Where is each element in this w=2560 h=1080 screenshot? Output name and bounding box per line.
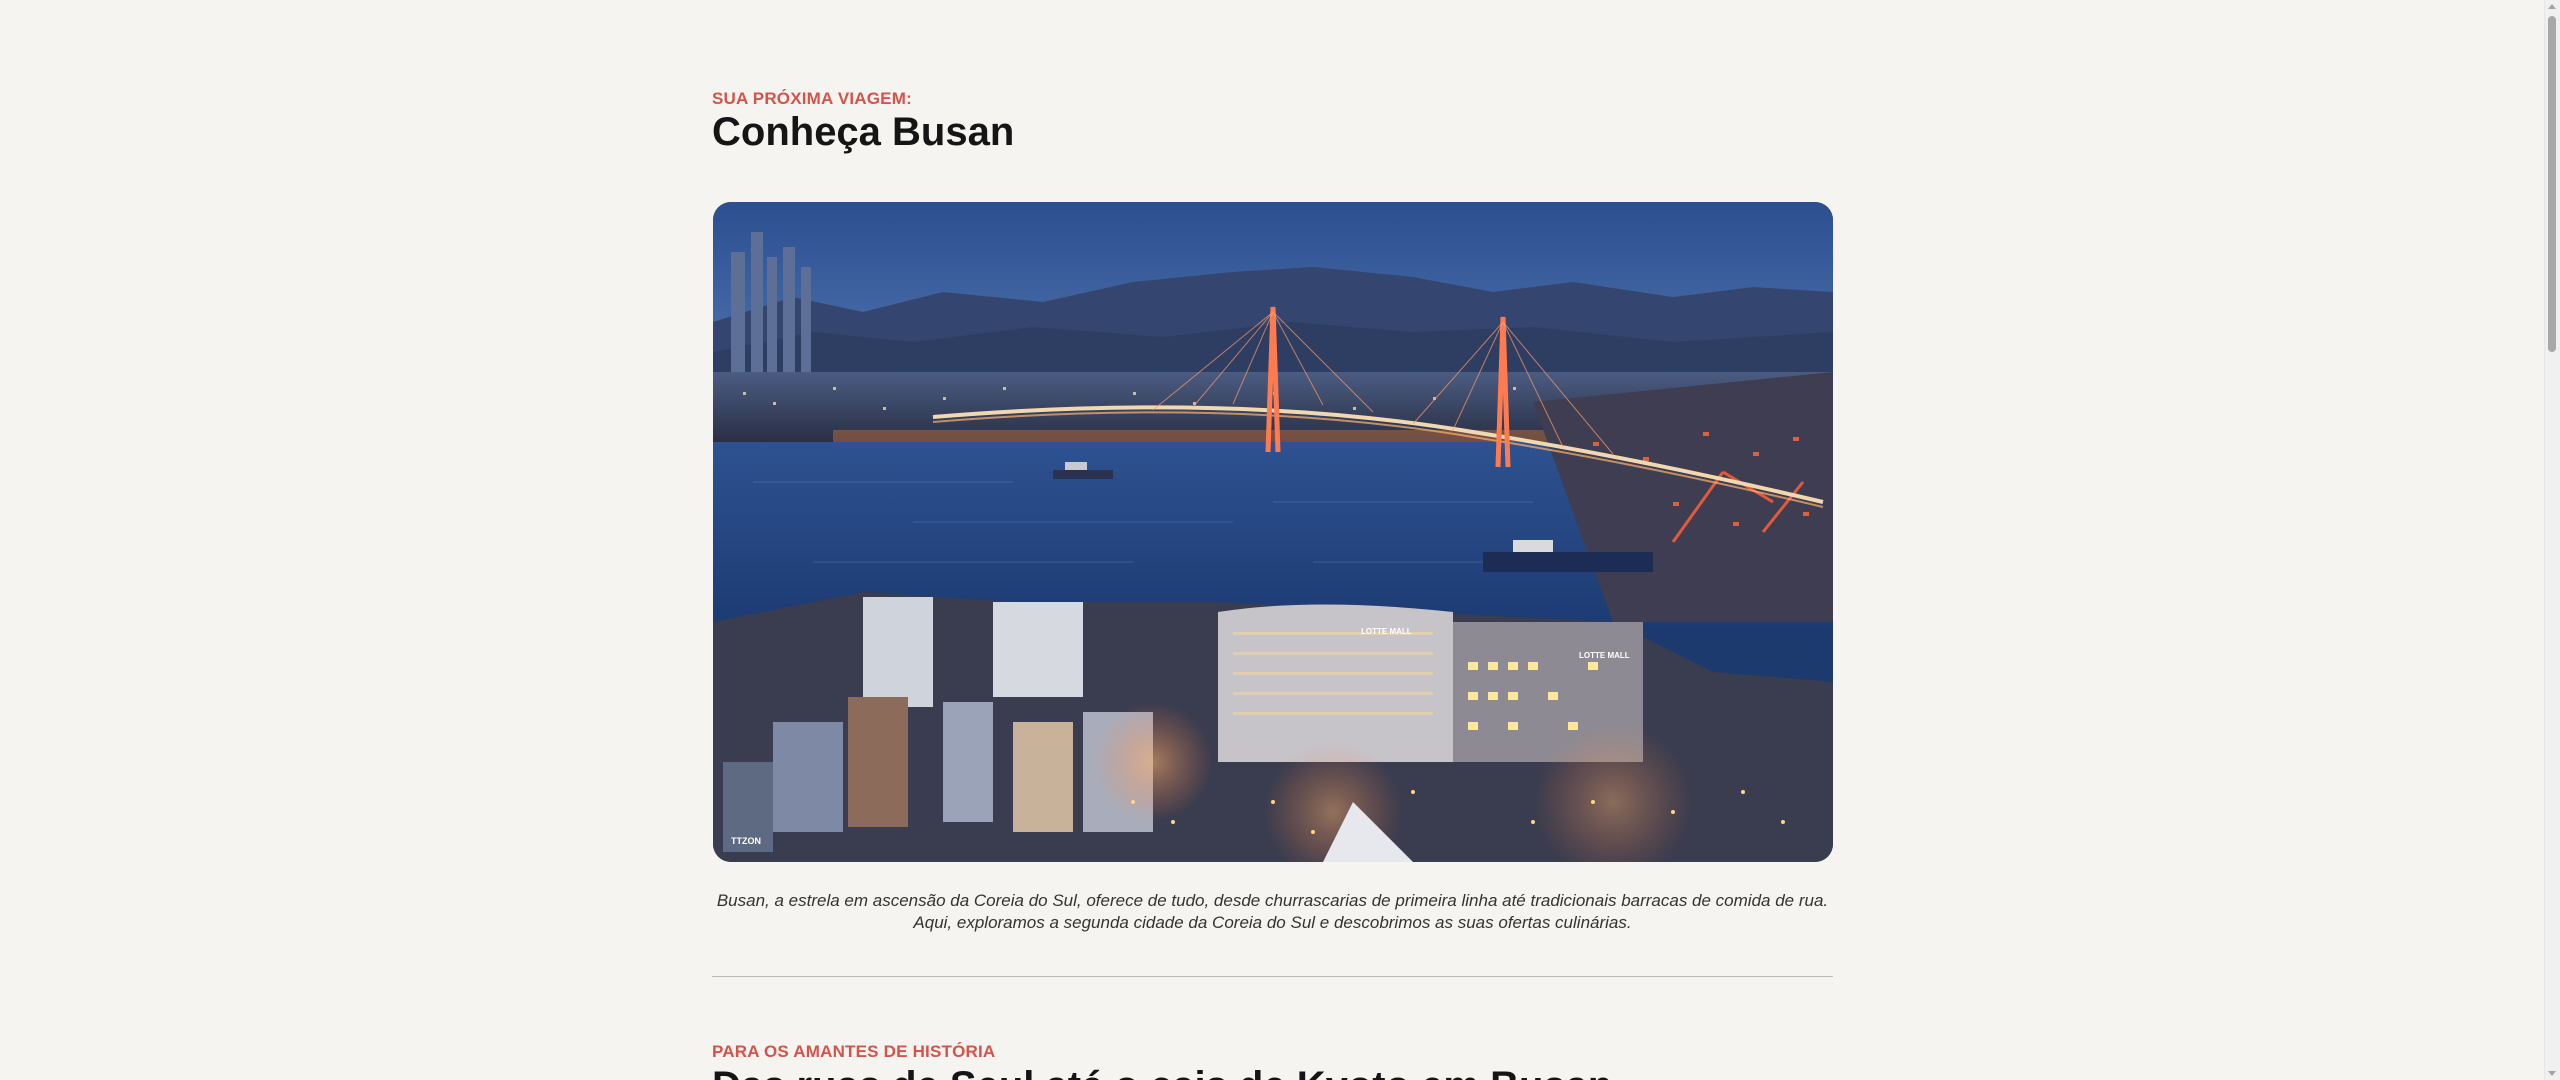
section-eyebrow-2: PARA OS AMANTES DE HISTÓRIA: [712, 1042, 996, 1061]
lotte-mall-sign-1: LOTTE MALL: [1361, 627, 1412, 636]
scroll-down-arrow-icon[interactable]: [2548, 1071, 2556, 1076]
section-divider: [712, 976, 1833, 977]
scroll-up-arrow-icon[interactable]: [2548, 4, 2556, 9]
busan-harbor-illustration: LOTTE MALL LOTTE MALL TTZON: [713, 202, 1833, 862]
hero-caption: Busan, a estrela em ascensão da Coreia d…: [716, 891, 1829, 932]
hero-image: LOTTE MALL LOTTE MALL TTZON: [713, 202, 1833, 862]
section-eyebrow: SUA PRÓXIMA VIAGEM:: [712, 89, 912, 108]
corner-sign: TTZON: [731, 836, 761, 846]
section-title-2: Das ruas de Seul até o cais de Kyoto em …: [712, 1064, 1612, 1080]
page-title: Conheça Busan: [712, 110, 1015, 154]
page: SUA PRÓXIMA VIAGEM: Conheça Busan LOTTE …: [0, 0, 2545, 1080]
vertical-scrollbar[interactable]: [2544, 0, 2560, 1080]
lotte-mall-sign-2: LOTTE MALL: [1579, 651, 1630, 660]
scrollbar-thumb[interactable]: [2548, 16, 2556, 352]
